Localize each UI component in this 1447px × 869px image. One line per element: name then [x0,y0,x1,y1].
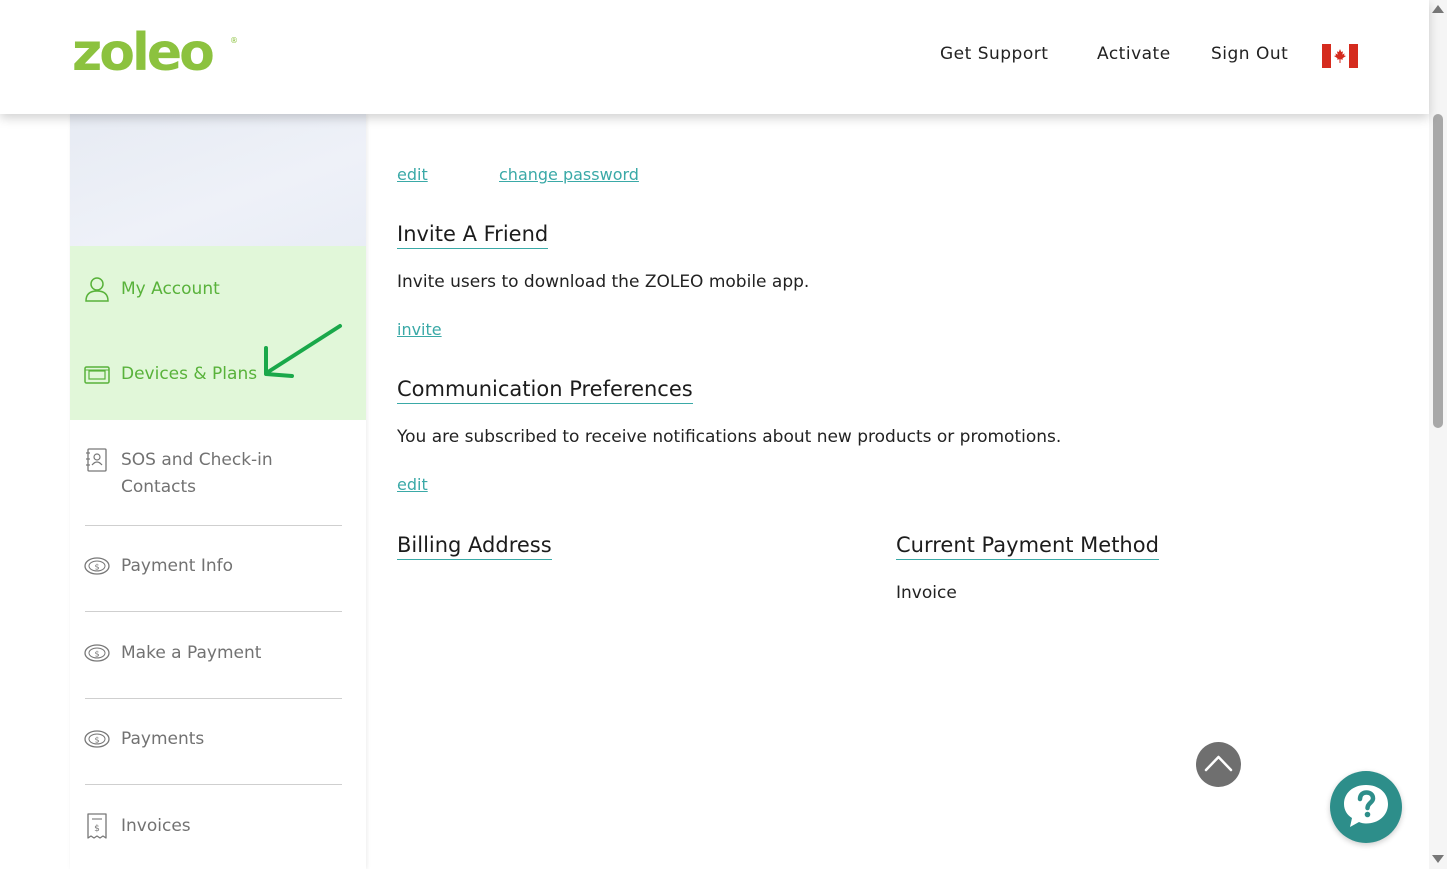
svg-text:$: $ [94,736,99,745]
sidebar-item-label: SOS and Check-in [121,450,273,470]
invite-link[interactable]: invite [397,320,442,339]
coin-icon: $ [84,557,110,575]
sidebar-item-label: Payment Info [121,556,234,576]
sidebar-item-label: Payments [121,729,205,749]
sidebar-item-sos-contacts[interactable]: SOS and Check-in Contacts [84,447,273,501]
communication-preferences-description: You are subscribed to receive notificati… [397,427,1062,447]
sidebar-item-label-line2: Contacts [121,477,196,497]
back-to-top-button[interactable] [1196,742,1241,787]
device-icon [84,366,110,384]
coin-icon: $ [84,730,110,748]
invite-friend-description: Invite users to download the ZOLEO mobil… [397,272,810,292]
profile-banner-image [70,114,366,246]
receipt-icon: $ [87,813,107,839]
billing-address-title: Billing Address [397,533,552,560]
user-icon [85,277,109,302]
zoleo-logo[interactable]: zoleo ® [72,26,240,80]
scroll-up-arrow-icon[interactable] [1432,5,1444,13]
payment-method-value: Invoice [896,583,957,603]
annotation-arrow [264,324,342,378]
canada-flag-icon[interactable] [1322,44,1358,68]
coin-icon: $ [84,644,110,662]
nav-sign-out[interactable]: Sign Out [1211,44,1288,64]
sidebar-item-make-payment[interactable]: $ Make a Payment [84,640,261,667]
sidebar-item-payments[interactable]: $ Payments [84,726,204,753]
sidebar-item-my-account[interactable]: My Account [84,276,220,303]
invite-friend-title: Invite A Friend [397,222,549,249]
site-header: zoleo ® Get Support Activate Sign Out [0,0,1429,114]
sidebar-divider [85,698,342,699]
sidebar: My Account Devices & Plans SOS and Check… [70,114,366,869]
sidebar-item-label: Invoices [121,816,191,836]
payment-method-title: Current Payment Method [896,533,1159,560]
communication-preferences-title: Communication Preferences [397,377,693,404]
chevron-up-icon [1204,755,1233,772]
sidebar-divider [85,784,342,785]
svg-text:$: $ [94,563,99,572]
sidebar-item-invoices[interactable]: $ Invoices [84,813,191,840]
logo-registered-mark: ® [230,36,238,45]
sidebar-item-label: Devices & Plans [121,364,258,384]
logo-text: zoleo [72,23,215,83]
svg-text:$: $ [94,650,99,659]
scrollbar-thumb[interactable] [1433,114,1443,428]
sidebar-divider [85,525,342,526]
sidebar-item-payment-info[interactable]: $ Payment Info [84,553,233,580]
nav-activate[interactable]: Activate [1097,44,1171,64]
contacts-book-icon [86,448,107,472]
scroll-down-arrow-icon[interactable] [1432,855,1444,863]
help-bubble-icon [1344,785,1388,827]
change-password-link[interactable]: change password [499,165,639,184]
sidebar-item-label: Make a Payment [121,643,262,663]
sidebar-item-label: My Account [121,279,220,299]
sidebar-divider [85,611,342,612]
sidebar-item-devices-plans[interactable]: Devices & Plans [84,361,257,388]
help-chat-button[interactable] [1330,771,1402,843]
communication-edit-link[interactable]: edit [397,475,428,494]
nav-get-support[interactable]: Get Support [940,44,1048,64]
account-edit-link[interactable]: edit [397,165,428,184]
svg-text:$: $ [94,824,100,834]
